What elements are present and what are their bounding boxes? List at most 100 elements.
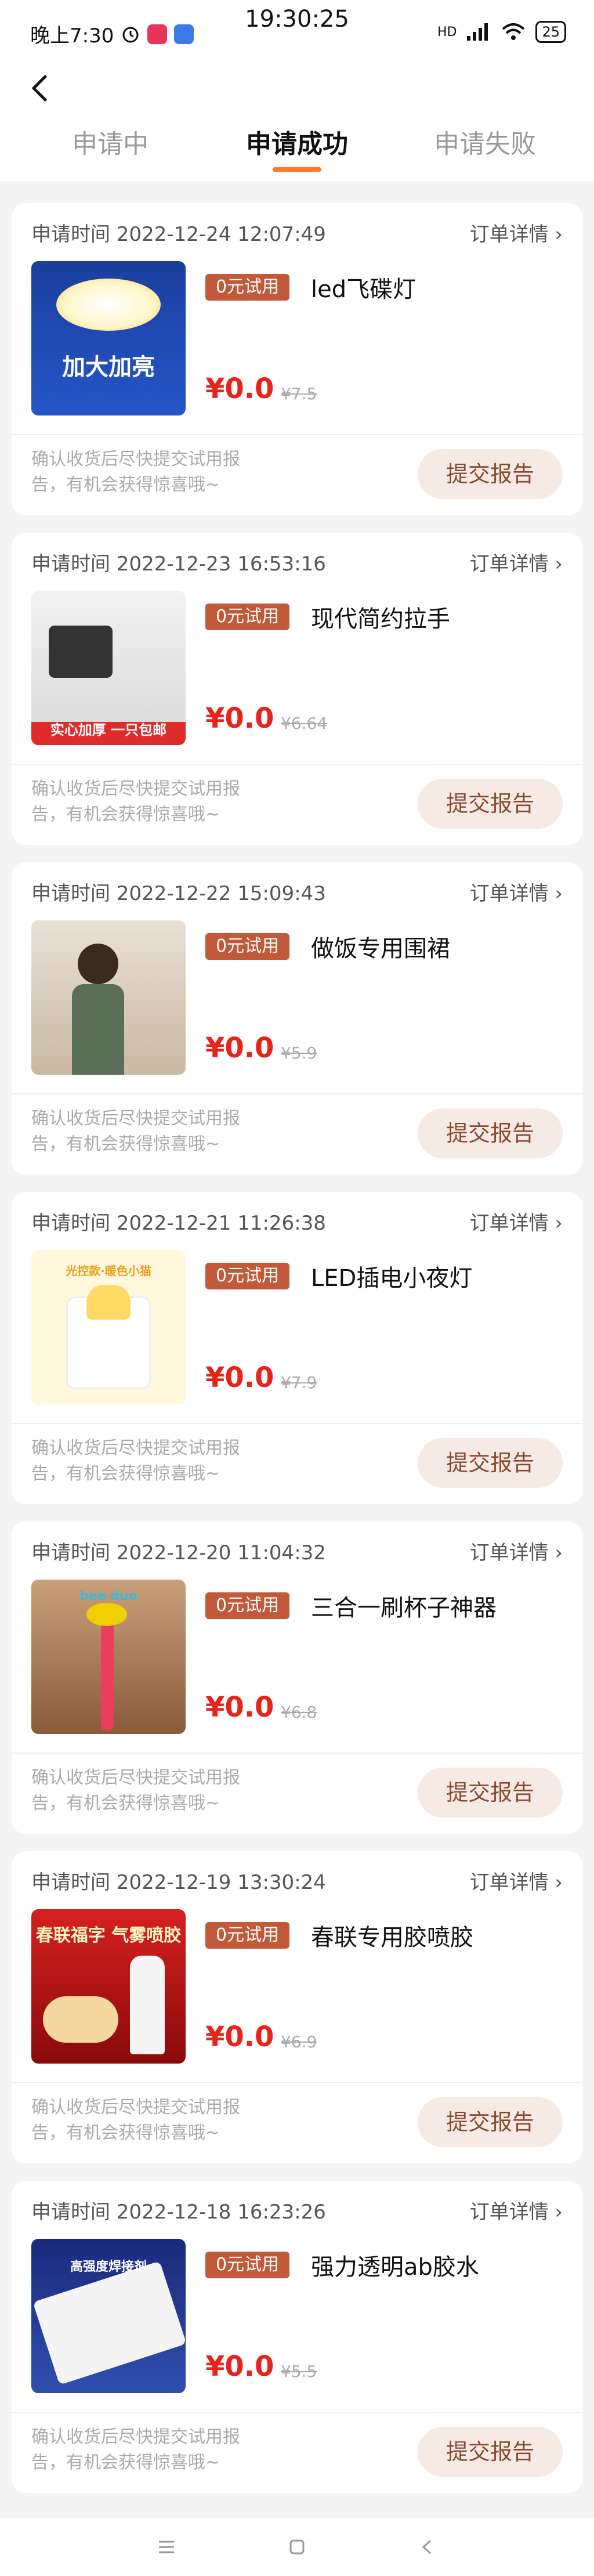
network-label: HD — [437, 24, 457, 39]
order-detail-link[interactable]: 订单详情 › — [470, 218, 563, 247]
apply-time: 申请时间 2022-12-20 11:04:32 — [31, 1541, 326, 1565]
submit-report-button[interactable]: 提交报告 — [418, 779, 563, 829]
apply-time: 申请时间 2022-12-24 12:07:49 — [31, 223, 326, 246]
order-detail-link[interactable]: 订单详情 › — [470, 1866, 563, 1895]
order-card: 申请时间 2022-12-18 16:23:26 订单详情 › 高强度焊接剂 0… — [12, 2181, 582, 2493]
active-tab-indicator — [273, 167, 321, 172]
battery-indicator: 25 — [535, 21, 566, 43]
trial-price: ¥0.0 — [205, 702, 274, 735]
product-name[interactable]: 做饭专用围裙 — [311, 930, 450, 963]
product-image[interactable] — [31, 920, 186, 1075]
report-tip: 确认收货后尽快提交试用报告，有机会获得惊喜哦~ — [31, 1438, 240, 1484]
card-header: 申请时间 2022-12-19 13:30:24 订单详情 › — [31, 1866, 563, 1895]
report-tip: 确认收货后尽快提交试用报告，有机会获得惊喜哦~ — [31, 1108, 240, 1154]
divider — [12, 1093, 582, 1094]
order-card: 申请时间 2022-12-23 16:53:16 订单详情 › 实心加厚 一只包… — [12, 533, 582, 845]
order-detail-link[interactable]: 订单详情 › — [470, 1537, 563, 1565]
report-tip: 确认收货后尽快提交试用报告，有机会获得惊喜哦~ — [31, 779, 240, 825]
divider — [12, 764, 582, 765]
trial-badge: 0元试用 — [205, 604, 290, 630]
card-header: 申请时间 2022-12-24 12:07:49 订单详情 › — [31, 218, 563, 247]
original-price: ¥6.8 — [281, 1703, 317, 1722]
trial-price: ¥0.0 — [205, 1361, 274, 1394]
product-name[interactable]: 强力透明ab胶水 — [311, 2248, 479, 2282]
home-icon[interactable] — [282, 2532, 312, 2561]
trial-badge: 0元试用 — [205, 2252, 290, 2278]
trial-price: ¥0.0 — [205, 1032, 274, 1064]
apply-time: 申请时间 2022-12-18 16:23:26 — [31, 2201, 326, 2224]
trial-badge: 0元试用 — [205, 933, 290, 960]
original-price: ¥5.9 — [281, 1043, 317, 1063]
apply-time: 申请时间 2022-12-21 11:26:38 — [31, 1212, 326, 1235]
product-image-caption: 光控款·暖色小猫 — [66, 1264, 151, 1278]
trial-badge: 0元试用 — [205, 1922, 290, 1949]
trial-badge: 0元试用 — [205, 1263, 290, 1289]
apply-time: 申请时间 2022-12-22 15:09:43 — [31, 882, 326, 905]
trial-price: ¥0.0 — [205, 1691, 274, 1724]
original-price: ¥6.9 — [281, 2032, 317, 2051]
submit-report-button[interactable]: 提交报告 — [418, 1438, 563, 1488]
apply-time: 申请时间 2022-12-19 13:30:24 — [31, 1871, 326, 1894]
product-image[interactable]: bee duo — [31, 1580, 186, 1734]
order-card: 申请时间 2022-12-22 15:09:43 订单详情 › 0元试用 做饭专… — [12, 862, 582, 1175]
apply-time: 申请时间 2022-12-23 16:53:16 — [31, 552, 326, 576]
product-image-caption: 春联福字 气雾喷胶 — [35, 1925, 182, 1946]
product-image-caption: bee duo — [79, 1589, 137, 1603]
submit-report-button[interactable]: 提交报告 — [418, 1108, 563, 1158]
divider — [12, 2082, 582, 2083]
wifi-icon — [502, 23, 525, 40]
divider — [12, 1423, 582, 1424]
report-tip: 确认收货后尽快提交试用报告，有机会获得惊喜哦~ — [31, 1768, 240, 1813]
system-nav-bar — [0, 2519, 594, 2576]
product-name[interactable]: 三合一刷杯子神器 — [311, 1589, 497, 1623]
menu-icon[interactable] — [152, 2532, 181, 2561]
product-image[interactable]: 实心加厚 一只包邮 — [31, 591, 186, 745]
status-tabs: 申请中 申请成功 申请失败 — [0, 123, 594, 181]
report-tip: 确认收货后尽快提交试用报告，有机会获得惊喜哦~ — [31, 2097, 240, 2143]
trial-price: ¥0.0 — [205, 2021, 274, 2053]
product-image-caption: 实心加厚 一只包邮 — [50, 722, 167, 738]
product-name[interactable]: led飞碟灯 — [311, 270, 416, 304]
product-name[interactable]: 现代简约拉手 — [311, 600, 450, 634]
product-image-caption: 加大加亮 — [62, 354, 155, 381]
product-image[interactable]: 春联福字 气雾喷胶 — [31, 1909, 186, 2064]
submit-report-button[interactable]: 提交报告 — [418, 449, 563, 499]
order-card: 申请时间 2022-12-24 12:07:49 订单详情 › 加大加亮 0元试… — [12, 203, 582, 515]
original-price: ¥6.64 — [281, 714, 328, 733]
card-header: 申请时间 2022-12-21 11:26:38 订单详情 › — [31, 1207, 563, 1236]
tab-success[interactable]: 申请成功 — [210, 123, 384, 160]
product-image[interactable]: 加大加亮 — [31, 261, 186, 416]
card-header: 申请时间 2022-12-22 15:09:43 订单详情 › — [31, 877, 563, 906]
status-bar: 晚上7:30 19:30:25 HD 25 — [0, 0, 594, 53]
order-detail-link[interactable]: 订单详情 › — [470, 877, 563, 906]
tab-failed[interactable]: 申请失败 — [398, 123, 572, 160]
divider — [12, 434, 582, 435]
original-price: ¥7.5 — [281, 384, 317, 403]
product-image[interactable]: 光控款·暖色小猫 — [31, 1250, 186, 1404]
order-card: 申请时间 2022-12-19 13:30:24 订单详情 › 春联福字 气雾喷… — [12, 1851, 582, 2163]
submit-report-button[interactable]: 提交报告 — [418, 2097, 563, 2147]
divider — [12, 2412, 582, 2413]
submit-report-button[interactable]: 提交报告 — [418, 1768, 563, 1818]
order-detail-link[interactable]: 订单详情 › — [470, 2196, 563, 2224]
report-tip: 确认收货后尽快提交试用报告，有机会获得惊喜哦~ — [31, 449, 240, 495]
card-header: 申请时间 2022-12-20 11:04:32 订单详情 › — [31, 1537, 563, 1566]
order-detail-link[interactable]: 订单详情 › — [470, 1207, 563, 1235]
trial-badge: 0元试用 — [205, 1592, 290, 1619]
signal-icon — [467, 23, 488, 41]
product-image[interactable]: 高强度焊接剂 — [31, 2239, 186, 2393]
tab-applying[interactable]: 申请中 — [23, 123, 197, 160]
back-icon[interactable] — [413, 2532, 442, 2561]
submit-report-button[interactable]: 提交报告 — [418, 2427, 563, 2477]
status-right: HD 25 — [437, 21, 566, 43]
card-header: 申请时间 2022-12-18 16:23:26 订单详情 › — [31, 2196, 563, 2225]
product-name[interactable]: 春联专用胶喷胶 — [311, 1919, 473, 1952]
trial-badge: 0元试用 — [205, 274, 290, 301]
trial-price: ¥0.0 — [205, 373, 274, 405]
back-arrow-icon[interactable] — [23, 71, 58, 106]
report-tip: 确认收货后尽快提交试用报告，有机会获得惊喜哦~ — [31, 2427, 240, 2473]
card-header: 申请时间 2022-12-23 16:53:16 订单详情 › — [31, 548, 563, 577]
order-detail-link[interactable]: 订单详情 › — [470, 548, 563, 576]
trial-price: ¥0.0 — [205, 2350, 274, 2383]
product-name[interactable]: LED插电小夜灯 — [311, 1259, 472, 1293]
